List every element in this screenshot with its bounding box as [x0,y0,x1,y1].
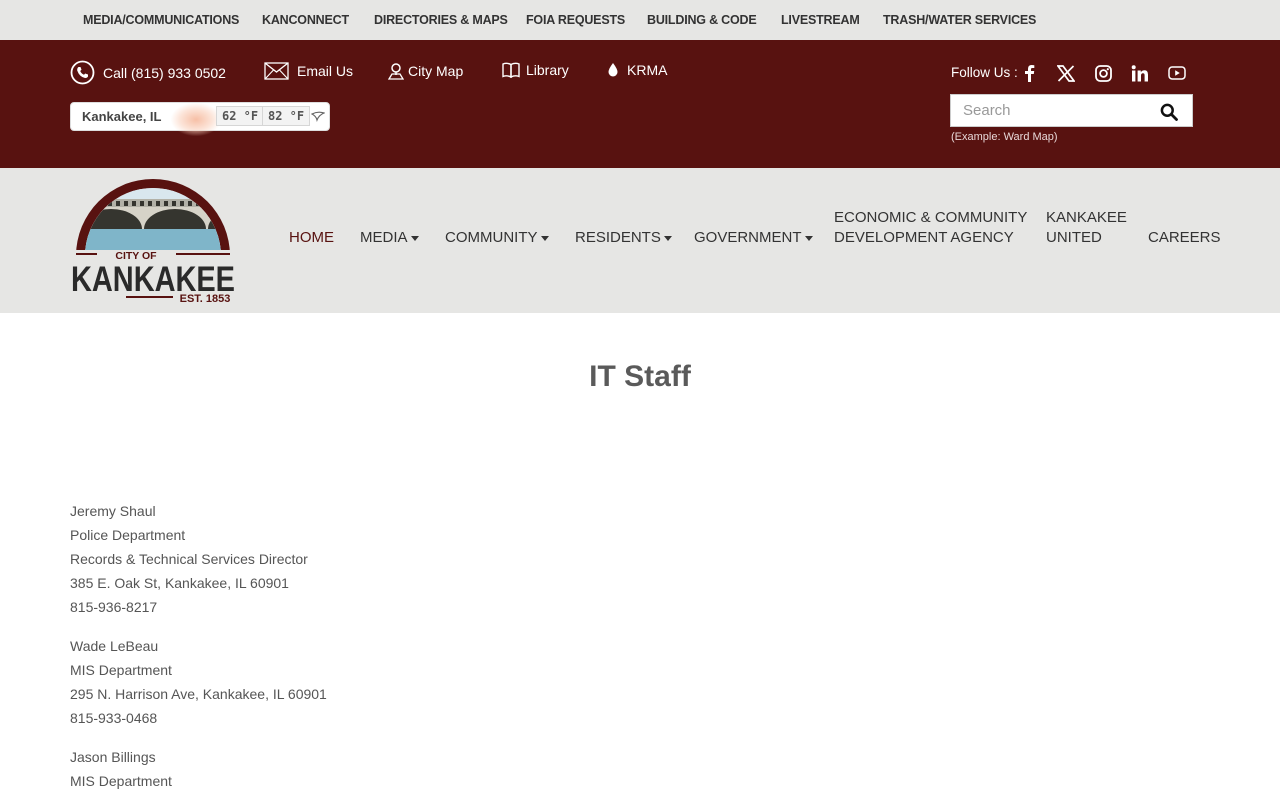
top-nav-livestream[interactable]: LIVESTREAM [781,13,860,27]
youtube-icon[interactable] [1167,63,1187,83]
krma-label: KRMA [627,62,668,78]
nav-community[interactable]: COMMUNITY [445,228,549,248]
book-icon [502,62,520,78]
facebook-icon[interactable] [1019,63,1039,83]
weather-city: Kankakee, IL [82,109,162,124]
nav-community-label: COMMUNITY [445,229,538,246]
nav-home-label: HOME [289,229,334,246]
phone-icon [70,60,95,85]
staff-department: MIS Department [70,662,172,678]
top-nav-kanconnect[interactable]: KANCONNECT [262,13,349,27]
nav-kankakee-united[interactable]: KANKAKEE UNITED [1046,208,1127,248]
nav-united-line2: UNITED [1046,229,1102,246]
top-utility-nav: MEDIA/COMMUNICATIONS KANCONNECT DIRECTOR… [0,0,1280,40]
nav-residents[interactable]: RESIDENTS [575,228,672,248]
weather-widget[interactable]: Kankakee, IL 62 °F 82 °F [70,102,330,136]
staff-department: MIS Department [70,773,172,789]
city-map-label: City Map [408,63,464,79]
instagram-icon[interactable] [1093,63,1113,83]
staff-name: Jason Billings [70,749,156,765]
library-link[interactable]: Library [502,62,569,78]
krma-link[interactable]: KRMA [607,62,667,78]
staff-address: 385 E. Oak St, Kankakee, IL 60901 [70,575,289,591]
page-title: IT Staff [589,360,691,393]
caret-down-icon [663,235,672,241]
staff-entry-wade-lebeau: Wade LeBeau MIS Department 295 N. Harris… [70,634,327,730]
call-label: Call (815) 933 0502 [103,64,226,81]
staff-phone: 815-933-0468 [70,710,158,726]
caret-down-icon [540,235,549,241]
staff-name: Jeremy Shaul [70,503,156,519]
logo-est: EST. 1853 [180,293,231,304]
staff-title: Records & Technical Services Director [70,551,308,567]
staff-entry-jason-billings: Jason Billings MIS Department [70,745,172,793]
email-link[interactable]: Email Us [264,62,353,80]
top-nav-directories-maps[interactable]: DIRECTORIES & MAPS [374,13,508,27]
caret-down-icon [804,235,813,241]
staff-name: Wade LeBeau [70,638,159,654]
weather-overlay [171,103,221,136]
nav-home[interactable]: HOME [289,228,334,248]
map-pin-icon [388,63,404,80]
nav-residents-label: RESIDENTS [575,229,661,246]
caret-down-icon [410,235,419,241]
nav-united-line1: KANKAKEE [1046,209,1127,226]
nav-media[interactable]: MEDIA [360,228,419,248]
header-bar: Call (815) 933 0502 Email Us City Map Li… [0,40,1280,168]
envelope-icon [264,62,289,80]
city-logo[interactable]: CITY OF KANKAKEE EST. 1853 [70,178,236,305]
library-label: Library [526,62,569,78]
nav-economic-development[interactable]: ECONOMIC & COMMUNITY DEVELOPMENT AGENCY [834,208,1027,248]
staff-phone: 815-936-8217 [70,599,158,615]
search-box [950,94,1193,127]
staff-entry-jeremy-shaul: Jeremy Shaul Police Department Records &… [70,499,308,619]
weather-low-temp: 62 °F [216,106,265,126]
staff-department: Police Department [70,527,186,543]
linkedin-icon[interactable] [1130,63,1150,83]
nav-careers-label: CAREERS [1148,229,1221,246]
nav-careers[interactable]: CAREERS [1148,228,1221,248]
top-nav-trash-water[interactable]: TRASH/WATER SERVICES [883,13,1036,27]
city-map-link[interactable]: City Map [388,62,463,80]
staff-address: 295 N. Harrison Ave, Kankakee, IL 60901 [70,686,327,702]
top-nav-media-communications[interactable]: MEDIA/COMMUNICATIONS [83,13,239,27]
search-icon[interactable] [1160,103,1178,121]
nav-government-label: GOVERNMENT [694,229,802,246]
email-label: Email Us [297,63,354,79]
follow-us-label: Follow Us : [951,65,1018,80]
weather-high-temp: 82 °F [262,106,311,126]
top-nav-foia-requests[interactable]: FOIA REQUESTS [526,13,625,27]
nav-media-label: MEDIA [360,229,408,246]
search-input[interactable] [951,95,1151,126]
nav-economic-line1: ECONOMIC & COMMUNITY [834,209,1028,226]
water-drop-icon [608,63,618,77]
wind-icon [311,111,325,122]
call-link[interactable]: Call (815) 933 0502 [70,60,226,85]
top-nav-building-code[interactable]: BUILDING & CODE [647,13,757,27]
nav-economic-line2: DEVELOPMENT AGENCY [834,229,1014,246]
nav-government[interactable]: GOVERNMENT [694,228,813,248]
main-nav: CITY OF KANKAKEE EST. 1853 HOME MEDIA CO… [0,168,1280,313]
x-icon[interactable] [1056,63,1076,83]
search-hint: (Example: Ward Map) [951,131,1058,143]
